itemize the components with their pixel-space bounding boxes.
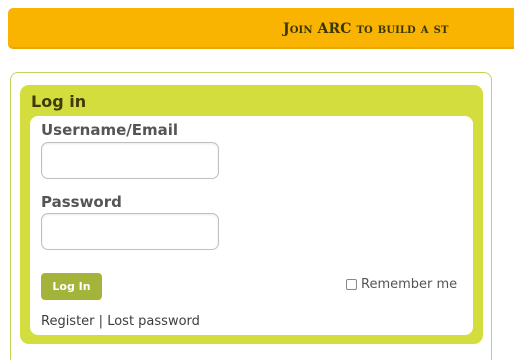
link-separator: |	[98, 314, 104, 329]
password-field[interactable]	[41, 213, 219, 250]
remember-me-label: Remember me	[361, 277, 458, 292]
login-button[interactable]: Log In	[41, 273, 102, 300]
remember-me-checkbox[interactable]	[346, 279, 357, 290]
password-label: Password	[41, 193, 122, 211]
username-label: Username/Email	[41, 121, 179, 139]
username-field[interactable]	[41, 142, 219, 179]
panel-title: Log in	[31, 92, 87, 111]
banner-text: Join ARC to build a st	[283, 21, 449, 37]
lost-password-link[interactable]: Lost password	[107, 314, 200, 329]
account-links: Register | Lost password	[41, 314, 200, 329]
remember-me[interactable]: Remember me	[346, 277, 457, 292]
join-banner[interactable]: Join ARC to build a st	[8, 8, 514, 49]
register-link[interactable]: Register	[41, 314, 95, 329]
